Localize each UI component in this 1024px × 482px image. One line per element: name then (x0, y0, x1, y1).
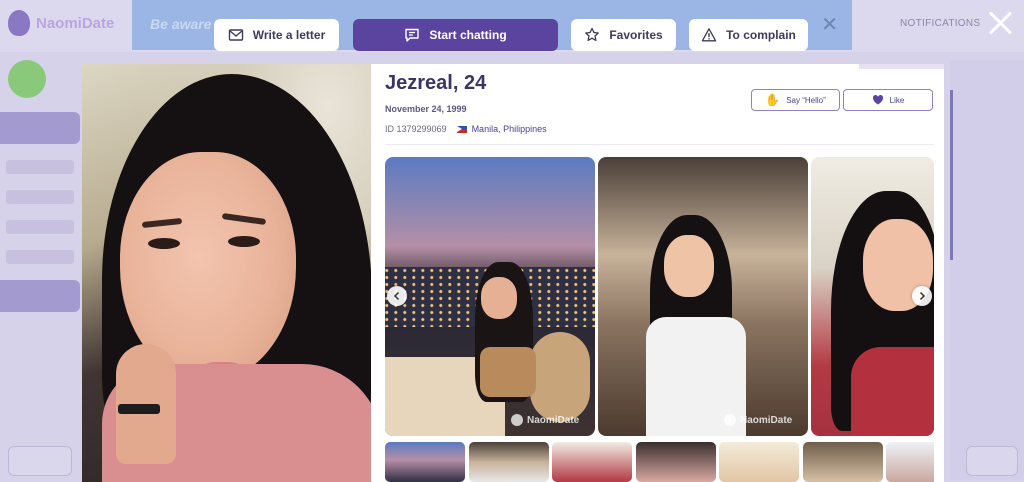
favorites-label: Favorites (609, 28, 663, 42)
logo-text: NaomiDate (36, 14, 115, 32)
write-letter-label: Write a letter (252, 28, 326, 42)
profile-id: ID 1379299069 (385, 124, 447, 134)
envelope-icon (228, 29, 243, 41)
profile-location-text: Manila, Philippines (471, 124, 547, 134)
photo-face (664, 235, 714, 297)
chat-icon (405, 28, 420, 42)
thumbnail[interactable] (469, 442, 549, 482)
sidebar-row (6, 220, 74, 234)
complain-label: To complain (726, 28, 796, 42)
thumbnail[interactable] (385, 442, 465, 482)
chevron-right-icon (919, 291, 926, 301)
start-chatting-button[interactable]: Start chatting (353, 19, 558, 51)
logo-icon (8, 10, 30, 36)
start-chatting-label: Start chatting (429, 28, 507, 42)
thumbnail[interactable] (803, 442, 883, 482)
photo-watch (118, 404, 160, 414)
complain-button[interactable]: To complain (689, 19, 808, 51)
thumbnail[interactable] (886, 442, 934, 482)
background-button (8, 446, 72, 476)
write-letter-button[interactable]: Write a letter (214, 19, 339, 51)
sidebar-row (6, 160, 74, 174)
thumbnail[interactable] (552, 442, 632, 482)
watermark: NaomiDate (511, 414, 579, 426)
background-logo: NaomiDate (8, 10, 114, 36)
photo-gallery: NaomiDate NaomiDate (385, 157, 934, 436)
like-button[interactable]: Like (843, 89, 933, 111)
profile-name: Jezreal, 24 (385, 72, 487, 94)
favorites-button[interactable]: Favorites (571, 19, 676, 51)
scroll-indicator (950, 90, 953, 260)
background-sidebar (0, 112, 80, 326)
gallery-photo[interactable]: NaomiDate (385, 157, 595, 436)
star-icon (585, 27, 600, 42)
photo-outfit (480, 347, 536, 397)
close-icon[interactable] (984, 6, 1018, 40)
watermark-icon (511, 414, 523, 426)
philippines-flag-icon (456, 125, 467, 133)
warning-icon (701, 28, 717, 42)
thumbnail[interactable] (636, 442, 716, 482)
photo-chair (530, 332, 590, 422)
gallery-photo[interactable]: NaomiDate (598, 157, 808, 436)
avatar (8, 60, 46, 98)
photo-outfit (851, 347, 934, 436)
photo-eye (148, 238, 180, 249)
background-right-panel (950, 60, 1024, 480)
say-hello-button[interactable]: ✋ Say “Hello” (751, 89, 840, 111)
profile-id-line: ID 1379299069 Manila, Philippines (385, 124, 547, 134)
banner-close-icon: ✕ (821, 14, 838, 36)
sidebar-row (6, 250, 74, 264)
say-hello-label: Say “Hello” (786, 95, 826, 105)
background-button (966, 446, 1018, 476)
profile-modal: Jezreal, 24 November 24, 1999 ID 1379299… (82, 64, 944, 482)
photo-brow (221, 212, 267, 226)
gallery-prev-button[interactable] (387, 286, 407, 306)
thumbnail-strip (385, 442, 934, 482)
main-profile-photo[interactable] (82, 64, 371, 482)
sidebar-pill (0, 280, 80, 312)
photo-eye (228, 236, 260, 247)
heart-icon (872, 95, 883, 105)
watermark-text: NaomiDate (527, 414, 580, 426)
watermark-icon (724, 414, 736, 426)
watermark: NaomiDate (724, 414, 792, 426)
photo-brow (141, 217, 183, 229)
profile-info: Jezreal, 24 November 24, 1999 ID 1379299… (371, 64, 944, 482)
wave-hand-icon: ✋ (765, 93, 781, 107)
banner-text: Be aware (150, 16, 212, 32)
info-divider (385, 144, 934, 145)
sidebar-row (6, 190, 74, 204)
like-label: Like (889, 95, 905, 105)
notifications-label: NOTIFICATIONS (900, 18, 981, 29)
sidebar-pill (0, 112, 80, 144)
photo-face (481, 277, 517, 319)
watermark-text: NaomiDate (740, 414, 793, 426)
gallery-next-button[interactable] (912, 286, 932, 306)
chevron-left-icon (393, 291, 400, 301)
top-strip (859, 64, 944, 69)
profile-birthdate: November 24, 1999 (385, 104, 467, 114)
thumbnail[interactable] (719, 442, 799, 482)
profile-location: Manila, Philippines (456, 124, 547, 134)
